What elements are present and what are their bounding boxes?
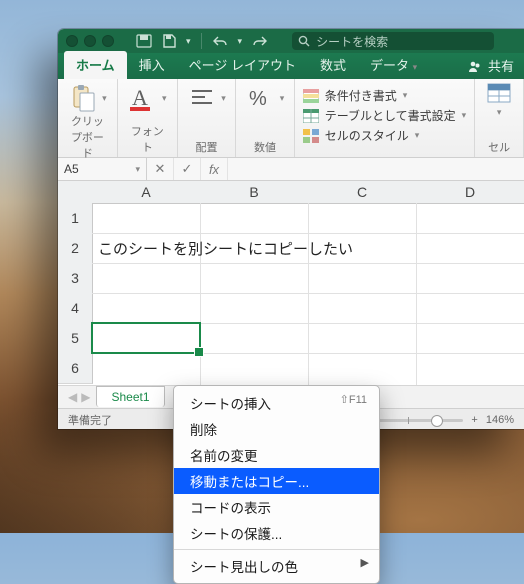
- enter-formula-button[interactable]: ✓: [174, 158, 201, 180]
- row-header[interactable]: 5: [58, 323, 93, 354]
- col-header[interactable]: A: [92, 181, 201, 204]
- ribbon: ▾ クリップボード A ▾ フォント ▾ 配置 % ▾ 数値: [58, 79, 524, 158]
- group-alignment: ▾ 配置: [178, 79, 237, 157]
- tab-data[interactable]: データ ▾: [358, 51, 429, 79]
- formula-input[interactable]: [228, 158, 524, 180]
- undo-icon[interactable]: [212, 35, 228, 47]
- status-ready: 準備完了: [68, 412, 112, 428]
- ribbon-tabs: ホーム 挿入 ページ レイアウト 数式 データ ▾ 共有: [58, 53, 524, 79]
- sheet-nav-prev[interactable]: ◀: [68, 390, 77, 404]
- shortcut-label: ⇧F11: [340, 393, 367, 406]
- excel-window: ▾ ▾ シートを検索 ホーム 挿入 ページ レイアウト 数式 データ ▾ 共有 …: [58, 29, 524, 429]
- save-icon[interactable]: [162, 34, 176, 48]
- share-button[interactable]: 共有: [458, 52, 524, 79]
- cell-styles-button[interactable]: セルのスタイル ▾: [303, 127, 420, 144]
- traffic-light-close[interactable]: [66, 35, 78, 47]
- traffic-light-zoom[interactable]: [102, 35, 114, 47]
- svg-text:A: A: [132, 85, 148, 110]
- cancel-formula-button[interactable]: ✕: [147, 158, 174, 180]
- sheet-nav-next[interactable]: ▶: [81, 390, 90, 404]
- zoom-in-button[interactable]: +: [471, 414, 477, 426]
- group-font: A ▾ フォント: [118, 79, 178, 157]
- ctx-tab-color[interactable]: シート見出しの色 ▶: [174, 553, 379, 579]
- col-header[interactable]: C: [308, 181, 417, 204]
- ctx-rename[interactable]: 名前の変更: [174, 442, 379, 468]
- format-as-table-button[interactable]: テーブルとして書式設定 ▾: [303, 107, 466, 124]
- search-placeholder: シートを検索: [316, 33, 388, 50]
- autosave-icon[interactable]: [136, 34, 152, 48]
- tab-home[interactable]: ホーム: [64, 51, 127, 79]
- sheet-tab[interactable]: Sheet1: [96, 386, 164, 407]
- group-cells: ▾ セル: [475, 79, 524, 157]
- number-icon[interactable]: %: [246, 83, 276, 113]
- group-number: % ▾ 数値: [236, 79, 295, 157]
- svg-text:%: %: [249, 88, 267, 110]
- tab-formulas[interactable]: 数式: [308, 51, 358, 79]
- menu-separator: [174, 549, 379, 550]
- cell-a2[interactable]: このシートを別シートにコピーしたい: [94, 233, 353, 263]
- row-header[interactable]: 4: [58, 293, 93, 324]
- col-header[interactable]: D: [416, 181, 524, 204]
- conditional-formatting-button[interactable]: 条件付き書式 ▾: [303, 87, 408, 104]
- ctx-delete[interactable]: 削除: [174, 416, 379, 442]
- row-header[interactable]: 3: [58, 263, 93, 294]
- tab-insert[interactable]: 挿入: [127, 51, 177, 79]
- selected-cell[interactable]: [92, 323, 200, 353]
- fill-handle[interactable]: [194, 347, 204, 357]
- zoom-level[interactable]: 146%: [486, 414, 514, 426]
- row-header[interactable]: 2: [58, 233, 93, 264]
- font-icon[interactable]: A: [128, 83, 158, 113]
- search-icon: [298, 35, 310, 47]
- alignment-icon[interactable]: [187, 83, 217, 113]
- formula-bar: A5 ▾ ✕ ✓ fx: [58, 158, 524, 181]
- search-box[interactable]: シートを検索: [292, 32, 494, 50]
- group-styles: 条件付き書式 ▾ テーブルとして書式設定 ▾ セルのスタイル ▾: [295, 79, 475, 157]
- share-icon: [468, 59, 482, 73]
- ctx-view-code[interactable]: コードの表示: [174, 494, 379, 520]
- select-all-corner[interactable]: [58, 181, 93, 204]
- cell-area[interactable]: このシートを別シートにコピーしたい: [92, 203, 524, 385]
- col-header[interactable]: B: [200, 181, 309, 204]
- cell-grid[interactable]: A B C D 1 2 3 4 5 6 このシートを別シートにコピーしたい: [58, 181, 524, 385]
- submenu-arrow-icon: ▶: [361, 556, 369, 569]
- ctx-insert-sheet[interactable]: シートの挿入 ⇧F11: [174, 390, 379, 416]
- redo-icon[interactable]: [252, 35, 268, 47]
- sheet-context-menu: シートの挿入 ⇧F11 削除 名前の変更 移動またはコピー... コードの表示 …: [173, 385, 380, 584]
- title-bar: ▾ ▾ シートを検索: [58, 29, 524, 53]
- row-header[interactable]: 6: [58, 353, 93, 384]
- row-header[interactable]: 1: [58, 203, 93, 234]
- tab-page-layout[interactable]: ページ レイアウト: [177, 51, 308, 79]
- ctx-move-or-copy[interactable]: 移動またはコピー...: [174, 468, 379, 494]
- group-clipboard: ▾ クリップボード: [58, 79, 118, 157]
- ctx-protect-sheet[interactable]: シートの保護...: [174, 520, 379, 546]
- cells-icon[interactable]: [487, 83, 511, 103]
- traffic-light-minimize[interactable]: [84, 35, 96, 47]
- fx-button[interactable]: fx: [201, 158, 228, 180]
- paste-icon[interactable]: [68, 83, 98, 113]
- name-box[interactable]: A5 ▾: [58, 158, 147, 180]
